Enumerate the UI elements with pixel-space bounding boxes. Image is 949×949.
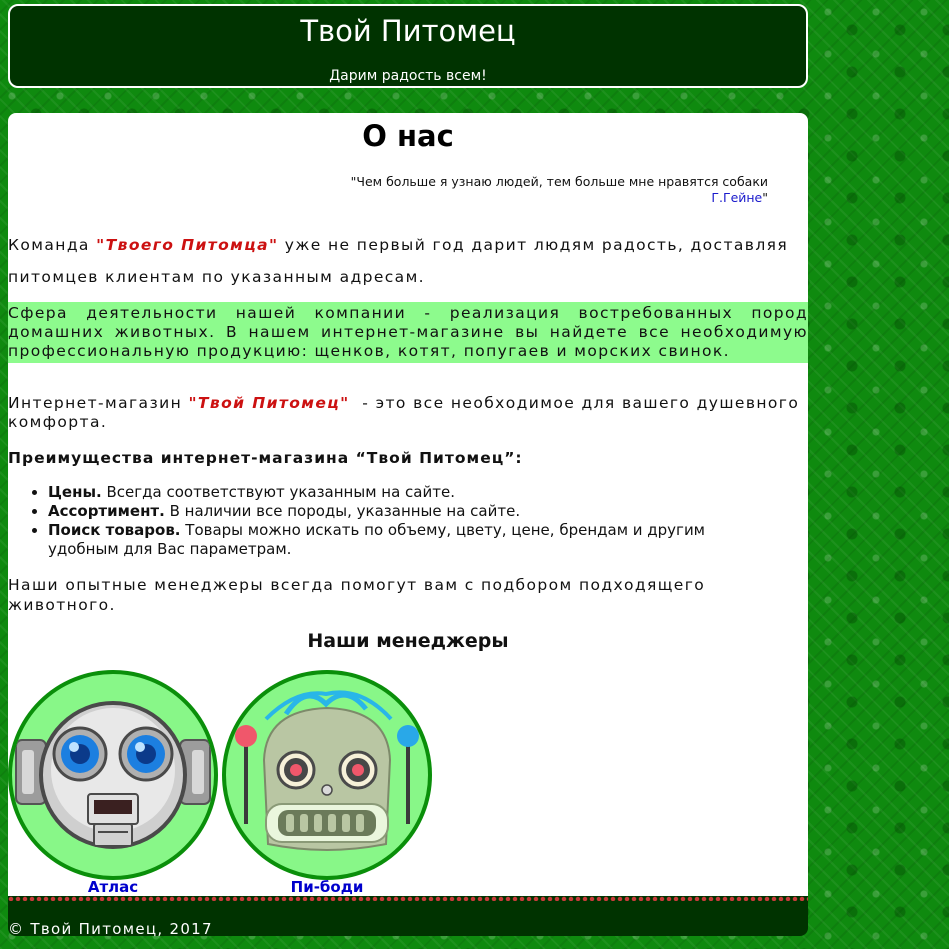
site-title: Твой Питомец: [300, 14, 516, 48]
site-slogan: Дарим радость всем!: [329, 68, 487, 84]
store-brand-accent: "Твой Питомец": [188, 394, 350, 412]
list-item: Поиск товаров. Товары можно искать по об…: [48, 521, 768, 559]
main-content: О нас "Чем больше я узнаю людей, тем бол…: [8, 113, 808, 899]
managers-title: Наши менеджеры: [307, 630, 509, 652]
manager-name-link[interactable]: Атлас: [8, 878, 218, 896]
page-title: О нас: [362, 119, 454, 153]
list-item: Цены. Всегда соответствуют указанным на …: [48, 483, 768, 502]
manager-name-link[interactable]: Пи-боди: [222, 878, 432, 896]
advantages-list: Цены. Всегда соответствуют указанным на …: [8, 483, 768, 559]
quote-author: Г.Гейне: [711, 190, 763, 205]
advantage-text: Всегда соответствуют указанным на сайте.: [101, 483, 455, 501]
footer-copyright: © Твой Питомец, 2017: [8, 920, 213, 938]
robot-atlas-icon[interactable]: [8, 670, 218, 880]
site-header: Твой Питомец Дарим радость всем!: [8, 4, 808, 88]
advantage-text: В наличии все породы, указанные на сайте…: [164, 502, 521, 520]
quote-text: "Чем больше я узнаю людей, тем больше мн…: [350, 174, 768, 189]
store-text-start: Интернет-магазин: [8, 394, 189, 412]
managers-paragraph: Наши опытные менеджеры всегда помогут ва…: [8, 576, 706, 614]
store-paragraph: Интернет-магазин "Твой Питомец" - это вс…: [8, 394, 808, 432]
list-item: Ассортимент. В наличии все породы, указа…: [48, 502, 768, 521]
site-footer: © Твой Питомец, 2017: [8, 901, 808, 938]
robot-peabody-icon[interactable]: [222, 670, 432, 880]
advantage-label: Цены.: [48, 483, 102, 501]
intro-text-start: Команда: [8, 236, 97, 254]
quote-close: ": [762, 190, 768, 205]
advantage-label: Поиск товаров.: [48, 521, 181, 539]
activity-paragraph: Сфера деятельности нашей компании - реал…: [8, 302, 808, 363]
intro-paragraph: Команда "Твоего Питомца" уже не первый г…: [8, 229, 808, 293]
quote: "Чем больше я узнаю людей, тем больше мн…: [351, 174, 768, 206]
advantage-label: Ассортимент.: [48, 502, 165, 520]
brand-accent: "Твоего Питомца": [96, 236, 279, 254]
advantages-title: Преимущества интернет-магазина “Твой Пит…: [8, 449, 523, 467]
